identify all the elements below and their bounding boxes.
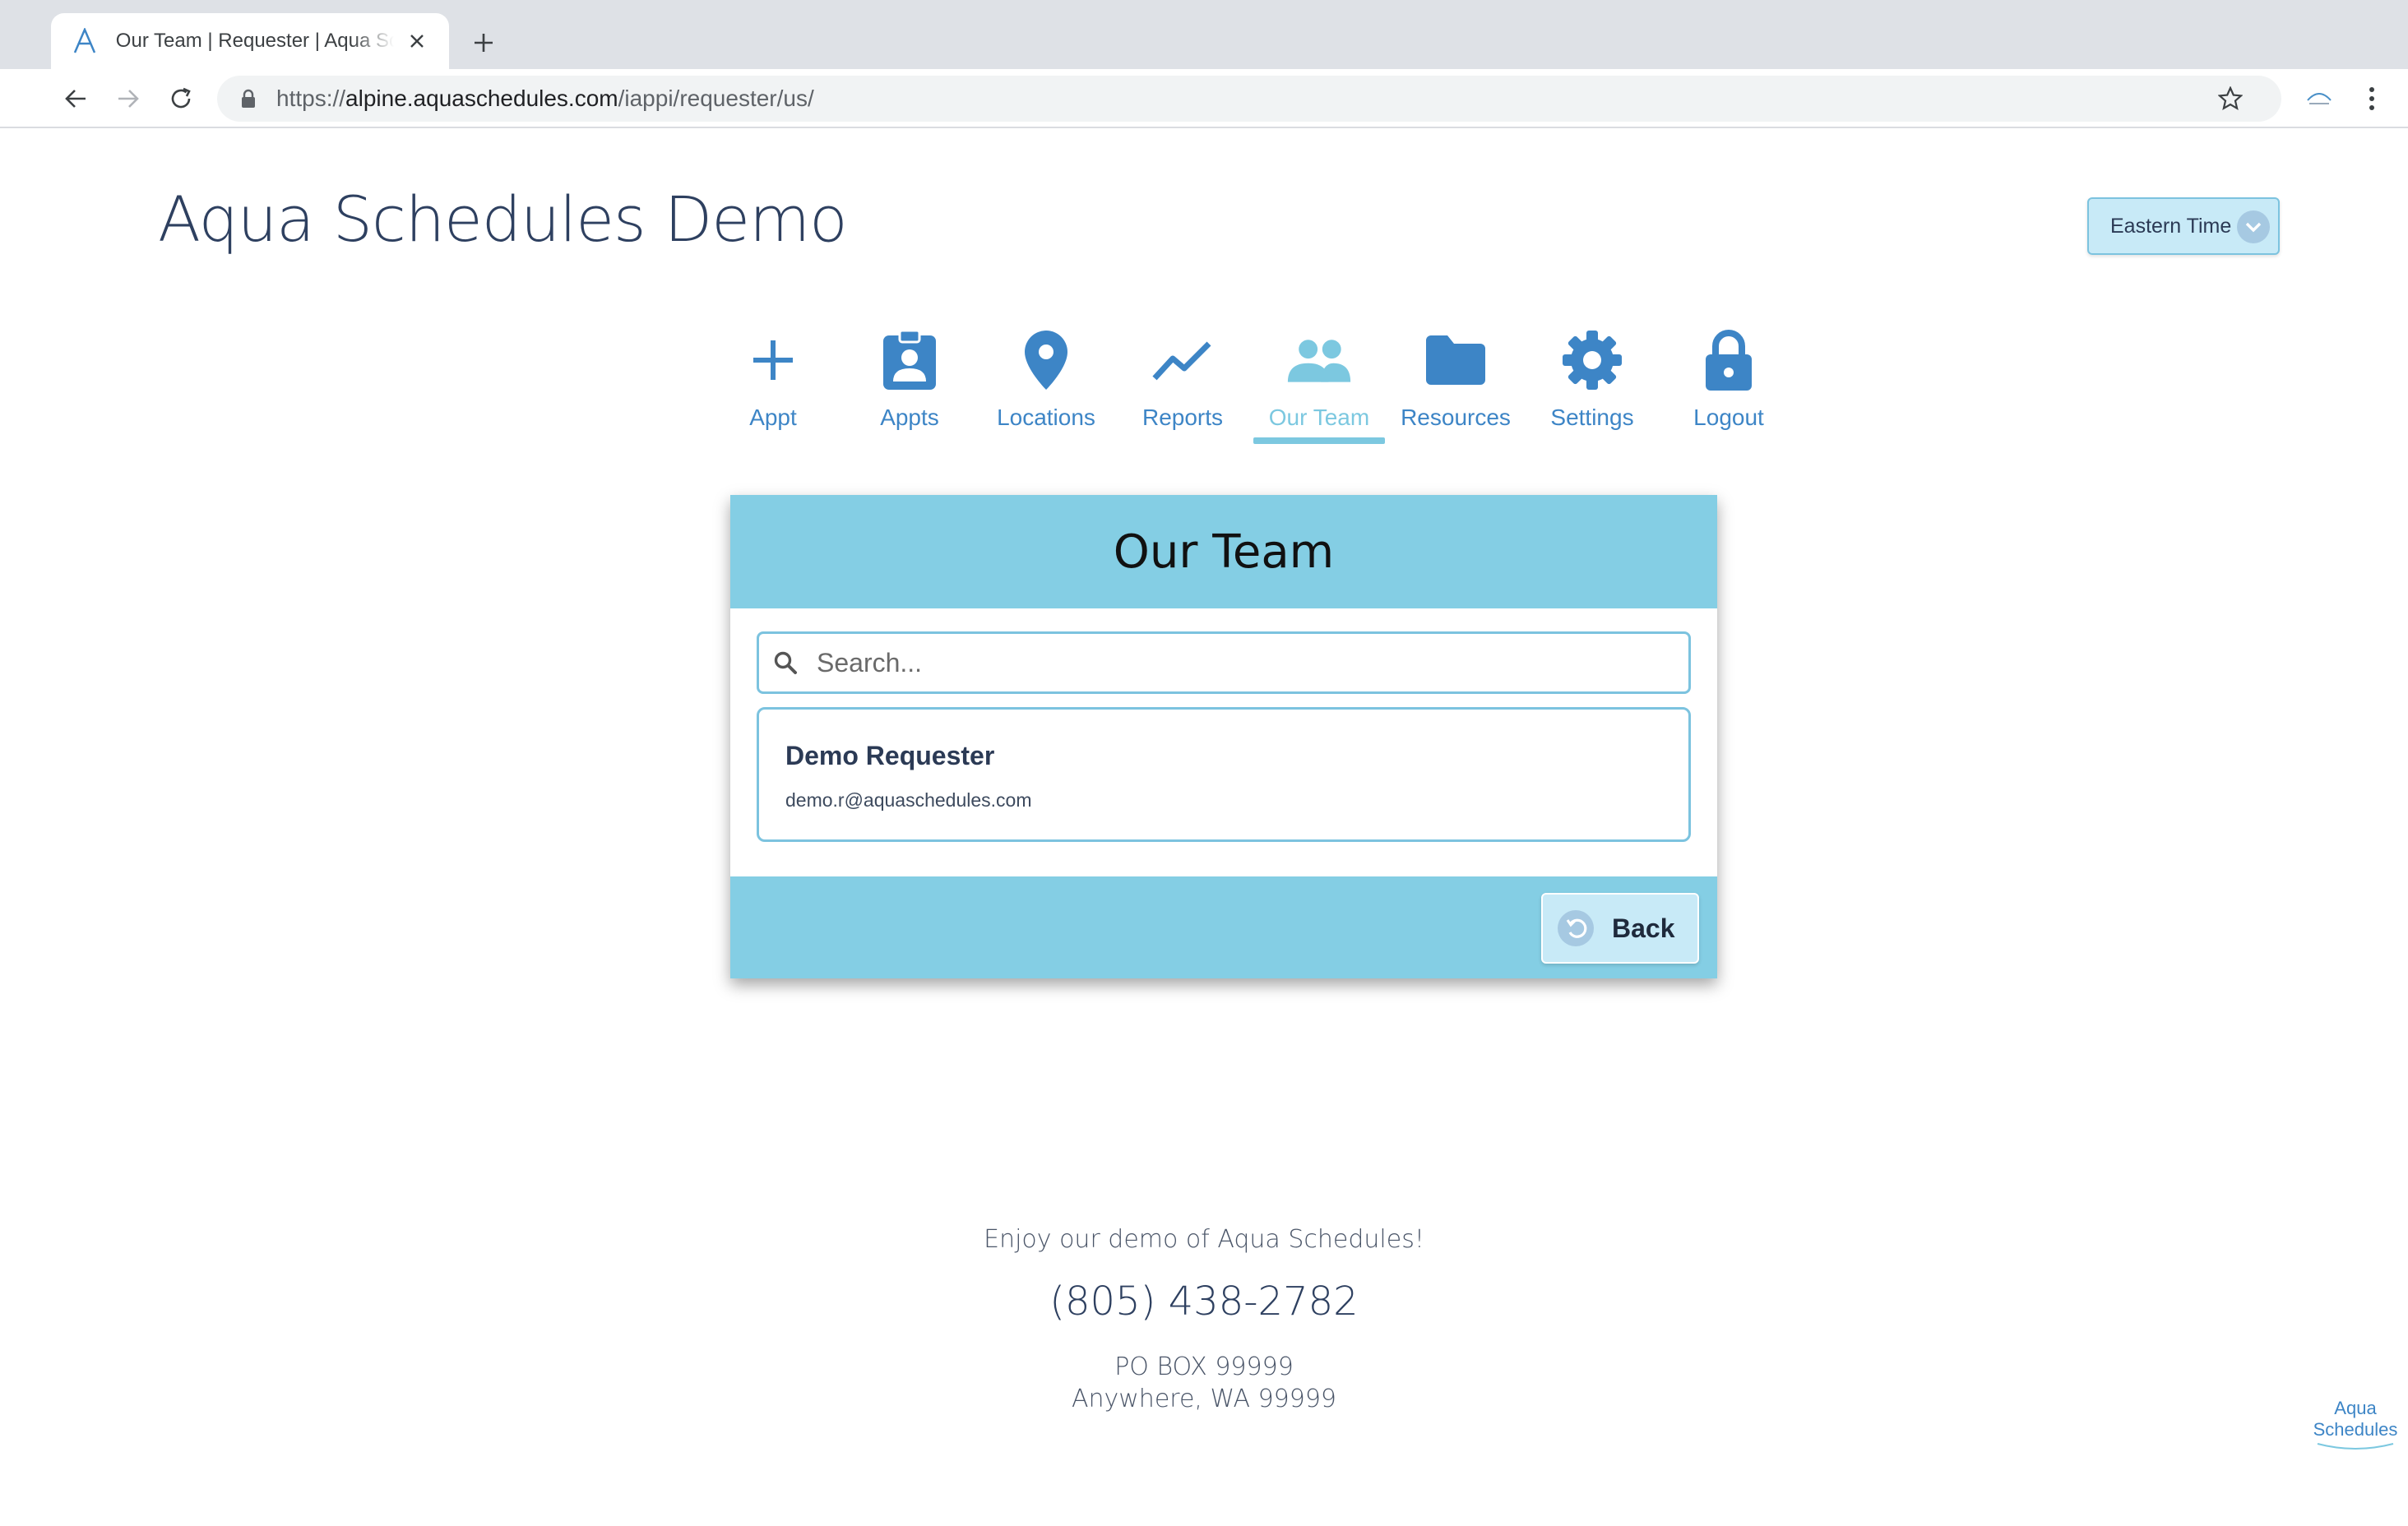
- nav-item-resources[interactable]: Resources: [1390, 327, 1521, 451]
- search-icon: [772, 650, 799, 676]
- undo-arrow-icon: [1558, 910, 1594, 946]
- nav-label: Locations: [997, 405, 1095, 430]
- nav-item-settings[interactable]: Settings: [1526, 327, 1658, 451]
- nav-item-logout[interactable]: Logout: [1663, 327, 1794, 451]
- card-header: Our Team: [730, 495, 1717, 608]
- browser-tab-active[interactable]: Our Team | Requester | Aqua Schedules: [51, 13, 449, 69]
- member-name: Demo Requester: [785, 741, 995, 770]
- active-tab-indicator: [1253, 437, 1385, 444]
- nav-label: Our Team: [1268, 405, 1370, 430]
- extension-icon[interactable]: [2303, 84, 2336, 113]
- nav-item-reports[interactable]: Reports: [1117, 327, 1248, 451]
- card-title: Our Team: [1113, 525, 1335, 579]
- back-arrow-icon[interactable]: [58, 81, 94, 117]
- trend-line-icon: [1150, 327, 1216, 393]
- browser-tabstrip: Our Team | Requester | Aqua Schedules: [0, 0, 2408, 69]
- gear-icon: [1559, 327, 1625, 393]
- nav-item-appts[interactable]: Appts: [844, 327, 975, 451]
- lock-icon: [1696, 327, 1762, 393]
- logo-line2: Schedules: [2313, 1419, 2398, 1440]
- nav-label: Appts: [880, 405, 939, 430]
- search-input[interactable]: [817, 647, 1672, 678]
- nav-label: Logout: [1693, 405, 1764, 430]
- aqua-favicon-icon: [71, 26, 100, 56]
- page-footer: Enjoy our demo of Aqua Schedules! (805) …: [0, 1225, 2408, 1413]
- nav-label: Reports: [1141, 405, 1224, 430]
- member-email: demo.r@aquaschedules.com: [785, 789, 1032, 811]
- lock-icon: [237, 87, 260, 110]
- browser-menu-icon[interactable]: [2357, 81, 2387, 117]
- site-title: Aqua Schedules Demo: [158, 183, 848, 256]
- nav-label: Appt: [749, 405, 797, 430]
- logo-wave-icon: [2317, 1443, 2394, 1450]
- timezone-select[interactable]: Eastern Time: [2087, 197, 2280, 255]
- logo-line1: Aqua: [2334, 1398, 2377, 1418]
- reload-icon[interactable]: [163, 81, 199, 117]
- nav-item-locations[interactable]: Locations: [980, 327, 1112, 451]
- footer-address-line1: PO BOX 99999: [1114, 1353, 1294, 1381]
- list-item[interactable]: Demo Requester demo.r@aquaschedules.com: [757, 707, 1691, 842]
- browser-toolbar: https://alpine.aquaschedules.com/iappi/r…: [0, 69, 2408, 128]
- folder-icon: [1423, 327, 1489, 393]
- nav-item-our-team[interactable]: Our Team: [1253, 327, 1385, 451]
- map-pin-icon: [1013, 327, 1079, 393]
- aqua-schedules-logo: Aqua Schedules: [2303, 1398, 2408, 1464]
- our-team-card: Our Team Demo Requester demo.r@aquasched…: [730, 495, 1717, 978]
- tab-title: Our Team | Requester | Aqua Schedules: [115, 30, 395, 52]
- chevron-down-icon: [2237, 210, 2270, 243]
- nav-item-appt[interactable]: Appt: [707, 327, 839, 451]
- footer-tagline: Enjoy our demo of Aqua Schedules!: [984, 1225, 1424, 1254]
- new-tab-icon[interactable]: [465, 25, 502, 61]
- card-footer: Back: [730, 876, 1717, 978]
- badge-icon: [877, 327, 942, 393]
- main-nav: Appt Appts Locations Reports Our Team Re…: [707, 327, 1776, 451]
- timezone-label: Eastern Time: [2110, 214, 2232, 238]
- forward-arrow-icon[interactable]: [110, 81, 146, 117]
- search-box[interactable]: [757, 631, 1691, 694]
- back-label: Back: [1612, 913, 1675, 943]
- bookmark-star-icon[interactable]: [2216, 84, 2245, 113]
- nav-label: Settings: [1550, 405, 1634, 430]
- footer-phone: (805) 438-2782: [1049, 1279, 1359, 1325]
- back-button[interactable]: Back: [1541, 893, 1699, 964]
- plus-icon: [740, 327, 806, 393]
- url-text: https://alpine.aquaschedules.com/iappi/r…: [276, 86, 814, 111]
- address-bar[interactable]: https://alpine.aquaschedules.com/iappi/r…: [217, 76, 2281, 122]
- footer-address-line2: Anywhere, WA 99999: [1071, 1385, 1337, 1413]
- tab-close-icon[interactable]: [404, 28, 429, 54]
- nav-label: Resources: [1401, 405, 1511, 430]
- users-icon: [1286, 327, 1352, 393]
